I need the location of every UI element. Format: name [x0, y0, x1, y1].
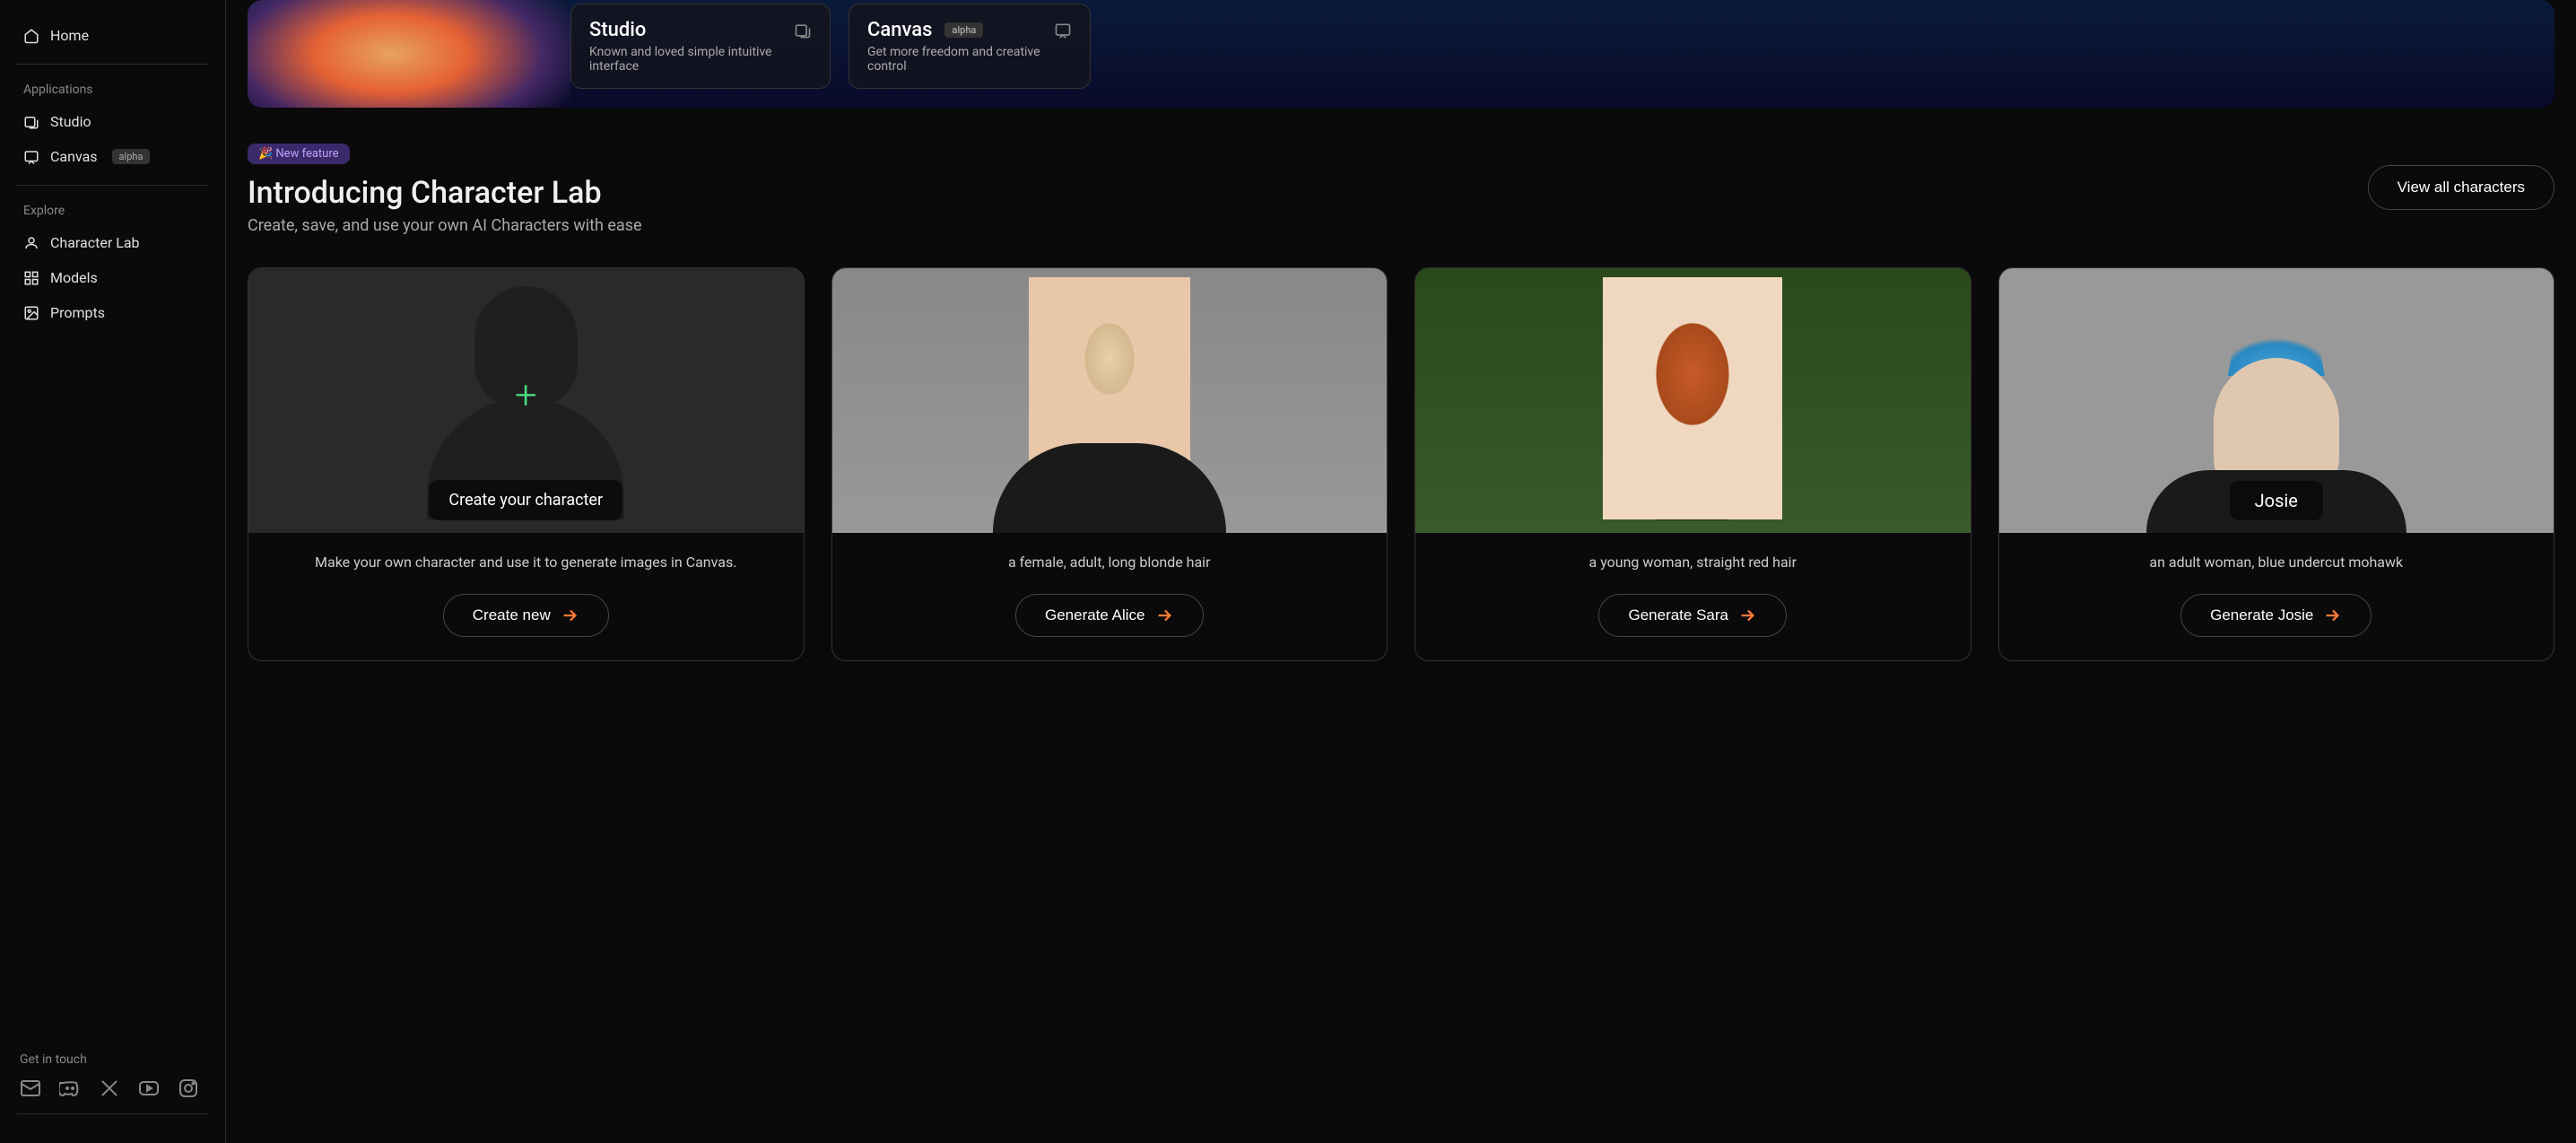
- create-character-card[interactable]: + Create your character Make your own ch…: [248, 267, 805, 661]
- sidebar-item-studio[interactable]: Studio: [16, 104, 209, 139]
- mail-icon[interactable]: [20, 1078, 41, 1099]
- home-icon: [23, 28, 39, 44]
- hero-studio-desc: Known and loved simple intuitive interfa…: [589, 45, 812, 74]
- sidebar-label-canvas: Canvas: [50, 148, 98, 165]
- studio-icon: [23, 114, 39, 130]
- sidebar-item-canvas[interactable]: Canvas alpha: [16, 139, 209, 174]
- sidebar-item-character-lab[interactable]: Character Lab: [16, 225, 209, 260]
- sidebar-label-prompts: Prompts: [50, 304, 105, 321]
- generate-sara-button[interactable]: Generate Sara: [1598, 594, 1787, 637]
- hero-studio-title: Studio: [589, 19, 646, 41]
- character-desc-alice: a female, adult, long blonde hair: [1008, 553, 1211, 572]
- character-name-alice: Alice: [1065, 481, 1154, 520]
- alpha-badge: alpha: [112, 149, 151, 164]
- arrow-right-icon: [560, 606, 579, 625]
- character-name-sara: Sara: [1649, 481, 1736, 520]
- character-lab-section: 🎉 New feature Introducing Character Lab …: [248, 144, 2554, 661]
- arrow-right-icon: [2322, 606, 2342, 625]
- divider: [16, 64, 209, 65]
- plus-icon: +: [515, 371, 537, 418]
- sidebar-label-models: Models: [50, 269, 98, 286]
- sidebar-item-prompts[interactable]: Prompts: [16, 295, 209, 330]
- view-all-characters-button[interactable]: View all characters: [2368, 165, 2554, 210]
- models-icon: [23, 270, 39, 286]
- layers-icon: [794, 22, 812, 39]
- create-new-button[interactable]: Create new: [443, 594, 609, 637]
- easel-icon: [1054, 22, 1072, 39]
- sidebar-label-studio: Studio: [50, 113, 91, 130]
- youtube-icon[interactable]: [138, 1078, 160, 1099]
- section-applications: Applications: [16, 75, 209, 104]
- character-portrait-alice: Alice: [832, 268, 1388, 533]
- sidebar-item-home[interactable]: Home: [16, 18, 209, 53]
- create-new-label: Create new: [473, 606, 551, 624]
- character-lab-icon: [23, 235, 39, 251]
- hero-card-canvas[interactable]: Canvas alpha Get more freedom and creati…: [849, 4, 1091, 89]
- feature-subtitle: Create, save, and use your own AI Charac…: [248, 216, 642, 235]
- generate-josie-button[interactable]: Generate Josie: [2180, 594, 2371, 637]
- arrow-right-icon: [1154, 606, 1174, 625]
- divider: [16, 1113, 209, 1114]
- canvas-icon: [23, 149, 39, 165]
- generate-alice-button[interactable]: Generate Alice: [1015, 594, 1204, 637]
- hero-card-studio[interactable]: Studio Known and loved simple intuitive …: [570, 4, 831, 89]
- hero-canvas-title: Canvas: [867, 19, 932, 41]
- create-character-label: Create your character: [429, 480, 622, 520]
- feature-title: Introducing Character Lab: [248, 175, 642, 211]
- sidebar-label-character-lab: Character Lab: [50, 234, 140, 251]
- prompts-icon: [23, 305, 39, 321]
- new-feature-badge: 🎉 New feature: [248, 144, 350, 164]
- hero-canvas-desc: Get more freedom and creative control: [867, 45, 1072, 74]
- divider: [16, 185, 209, 186]
- generate-sara-label: Generate Sara: [1628, 606, 1728, 624]
- sidebar: Home Applications Studio Canvas alpha Ex…: [0, 0, 226, 1143]
- character-desc-sara: a young woman, straight red hair: [1589, 553, 1797, 572]
- sidebar-label-home: Home: [50, 27, 89, 44]
- discord-icon[interactable]: [59, 1078, 81, 1099]
- character-card-josie[interactable]: Josie an adult woman, blue undercut moha…: [1998, 267, 2555, 661]
- get-in-touch-label: Get in touch: [16, 1052, 209, 1067]
- character-card-alice[interactable]: Alice a female, adult, long blonde hair …: [831, 267, 1388, 661]
- character-card-sara[interactable]: Sara a young woman, straight red hair Ge…: [1414, 267, 1971, 661]
- create-character-desc: Make your own character and use it to ge…: [315, 553, 736, 572]
- main-content: Studio Known and loved simple intuitive …: [226, 0, 2576, 1143]
- instagram-icon[interactable]: [178, 1078, 199, 1099]
- alpha-badge: alpha: [944, 22, 983, 38]
- social-links: [16, 1078, 209, 1099]
- arrow-right-icon: [1737, 606, 1757, 625]
- character-name-josie: Josie: [2230, 481, 2323, 520]
- generate-alice-label: Generate Alice: [1045, 606, 1145, 624]
- create-character-image: + Create your character: [248, 268, 804, 533]
- x-twitter-icon[interactable]: [99, 1078, 120, 1099]
- hero-banner: Studio Known and loved simple intuitive …: [248, 0, 2554, 108]
- character-cards-row: + Create your character Make your own ch…: [248, 267, 2554, 661]
- character-desc-josie: an adult woman, blue undercut mohawk: [2149, 553, 2403, 572]
- section-explore: Explore: [16, 196, 209, 225]
- character-portrait-sara: Sara: [1415, 268, 1971, 533]
- sidebar-item-models[interactable]: Models: [16, 260, 209, 295]
- character-portrait-josie: Josie: [1999, 268, 2554, 533]
- generate-josie-label: Generate Josie: [2210, 606, 2313, 624]
